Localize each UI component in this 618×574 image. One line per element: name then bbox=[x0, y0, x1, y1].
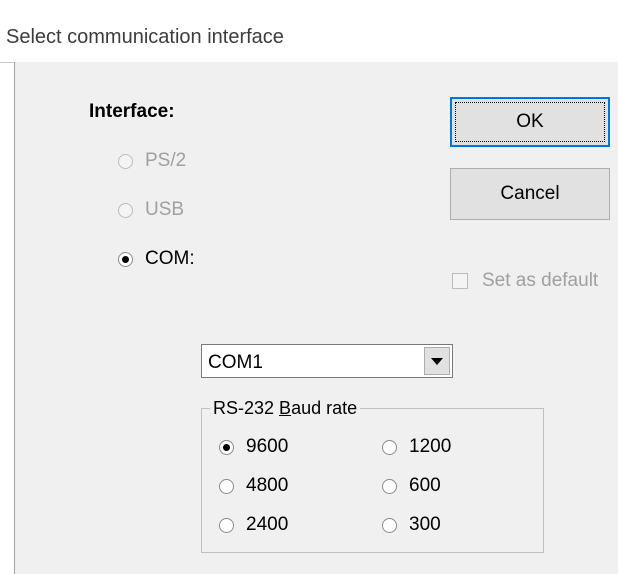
baud-600-label: 600 bbox=[409, 475, 441, 496]
ok-button[interactable]: OK bbox=[450, 97, 610, 147]
radio-ps2[interactable]: PS/2 bbox=[118, 150, 186, 172]
baud-radio-2400[interactable]: 2400 bbox=[219, 514, 288, 536]
ok-focus-ring bbox=[455, 102, 605, 142]
set-default-box bbox=[452, 273, 468, 289]
baud-600-circle bbox=[382, 478, 397, 494]
baud-4800-label: 4800 bbox=[246, 475, 289, 496]
baud-radio-600[interactable]: 600 bbox=[382, 475, 441, 497]
radio-usb-label: USB bbox=[145, 199, 185, 220]
legend-pre: RS-232 bbox=[213, 398, 280, 418]
baud-radio-300[interactable]: 300 bbox=[382, 514, 441, 536]
radio-ps2-label: PS/2 bbox=[145, 150, 187, 171]
legend-accel: B bbox=[279, 398, 292, 418]
dropdown-button[interactable] bbox=[424, 347, 450, 375]
com-port-value: COM1 bbox=[208, 352, 263, 373]
interface-label: Interface: bbox=[89, 101, 175, 122]
chevron-down-icon bbox=[431, 357, 443, 365]
baud-9600-circle bbox=[219, 439, 234, 455]
baud-rate-legend: RS-232 Baud rate bbox=[210, 398, 361, 419]
title-bar: Select communication interface bbox=[0, 0, 618, 63]
baud-radio-4800[interactable]: 4800 bbox=[219, 475, 288, 497]
baud-1200-label: 1200 bbox=[409, 436, 452, 457]
radio-com-circle bbox=[118, 251, 133, 267]
set-default-label: Set as default bbox=[482, 270, 599, 291]
legend-post: aud rate bbox=[291, 398, 358, 418]
baud-4800-circle bbox=[219, 478, 234, 494]
set-default-checkbox[interactable]: Set as default bbox=[452, 270, 598, 292]
radio-ps2-circle bbox=[118, 153, 133, 169]
window-title: Select communication interface bbox=[6, 26, 284, 48]
baud-2400-label: 2400 bbox=[246, 514, 289, 535]
baud-1200-circle bbox=[382, 439, 397, 455]
baud-2400-circle bbox=[219, 517, 234, 533]
baud-300-label: 300 bbox=[409, 514, 441, 535]
com-port-select[interactable]: COM1 bbox=[201, 344, 453, 378]
baud-radio-1200[interactable]: 1200 bbox=[382, 436, 451, 458]
baud-9600-label: 9600 bbox=[246, 436, 289, 457]
baud-300-circle bbox=[382, 517, 397, 533]
baud-radio-9600[interactable]: 9600 bbox=[219, 436, 288, 458]
radio-usb[interactable]: USB bbox=[118, 199, 184, 221]
radio-com-label: COM: bbox=[145, 248, 195, 269]
cancel-button[interactable]: Cancel bbox=[450, 168, 610, 220]
radio-com[interactable]: COM: bbox=[118, 248, 195, 270]
radio-usb-circle bbox=[118, 202, 133, 218]
cancel-button-label: Cancel bbox=[500, 183, 560, 204]
